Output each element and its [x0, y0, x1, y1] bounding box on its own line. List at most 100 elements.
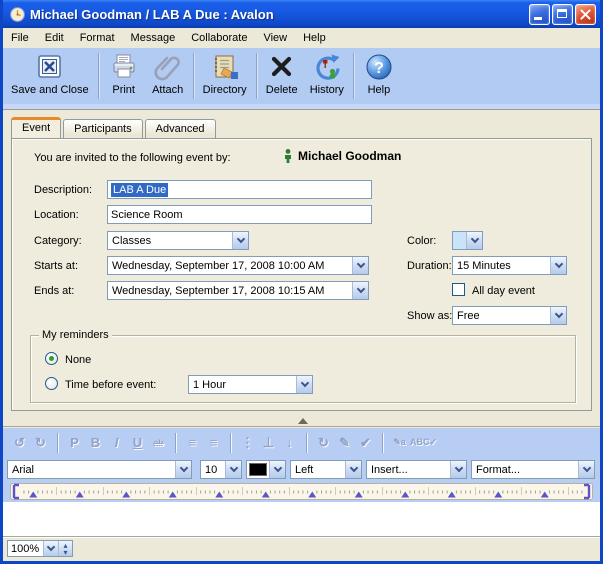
starts-at-select[interactable]: Wednesday, September 17, 2008 10:00 AM: [107, 256, 369, 275]
tab-advanced[interactable]: Advanced: [145, 119, 216, 138]
chevron-down-icon: [179, 464, 187, 472]
format-select[interactable]: Format...: [471, 460, 595, 479]
location-label: Location:: [34, 209, 79, 221]
splitter-arrow-icon: [298, 418, 308, 424]
status-bar: 100% ▴▾: [3, 537, 600, 558]
chevron-down-icon: [273, 464, 281, 472]
invited-by-label: You are invited to the following event b…: [34, 152, 231, 164]
duration-select[interactable]: 15 Minutes: [452, 256, 567, 275]
inviter-name: Michael Goodman: [298, 149, 401, 163]
formatting-toolbar: ↺ ↻ P B I U ab ≡ ≡ ⋮ ⊥ ↓ ↻ ✎ ✔ ✎a ABC✓: [3, 428, 600, 457]
dropdown-button[interactable]: [450, 461, 466, 478]
zoom-value: 100%: [8, 541, 43, 556]
description-label: Description:: [34, 184, 92, 196]
menu-edit[interactable]: Edit: [37, 30, 72, 46]
chevron-down-icon: [356, 260, 364, 268]
delete-x-icon: [266, 51, 298, 83]
maximize-button[interactable]: [552, 4, 573, 25]
all-day-checkbox[interactable]: [452, 283, 465, 296]
dropdown-button[interactable]: [550, 307, 566, 324]
directory-button[interactable]: Directory: [197, 50, 253, 102]
help-button[interactable]: ? Help: [357, 50, 401, 102]
font-family-select[interactable]: Arial: [7, 460, 192, 479]
chevron-down-icon: [582, 464, 590, 472]
delete-button[interactable]: Delete: [260, 50, 304, 102]
minimize-button[interactable]: [529, 4, 550, 25]
close-button[interactable]: [575, 4, 596, 25]
zoom-control[interactable]: 100% ▴▾: [7, 540, 73, 557]
dropdown-button[interactable]: [352, 282, 368, 299]
menu-message[interactable]: Message: [123, 30, 184, 46]
attach-button[interactable]: Attach: [146, 50, 190, 102]
menu-file[interactable]: File: [3, 30, 37, 46]
dropdown-button[interactable]: [296, 376, 312, 393]
ends-at-label: Ends at:: [34, 285, 74, 297]
font-toolbar: Arial 10 Left Insert... Format...: [3, 457, 600, 482]
toolbar-button-label: Help: [368, 84, 391, 96]
category-select[interactable]: Classes: [107, 231, 249, 250]
chevron-down-icon: [356, 285, 364, 293]
dropdown-button[interactable]: [345, 461, 361, 478]
dropdown-button[interactable]: [352, 257, 368, 274]
list-top-icon: ⋮: [237, 435, 258, 451]
tab-event[interactable]: Event: [11, 117, 61, 138]
redo-icon: ↻: [30, 435, 51, 451]
dropdown-button[interactable]: [578, 461, 594, 478]
location-input[interactable]: Science Room: [107, 205, 372, 224]
chevron-down-icon: [236, 235, 244, 243]
zoom-dropdown-button[interactable]: [43, 541, 58, 556]
toolbar-button-label: Print: [112, 84, 135, 96]
menu-view[interactable]: View: [255, 30, 295, 46]
pane-splitter[interactable]: [3, 415, 600, 427]
show-as-select[interactable]: Free: [452, 306, 567, 325]
bold-icon: B: [85, 435, 106, 450]
address-book-icon: [209, 51, 241, 83]
toolbar-separator: [175, 433, 176, 453]
description-input[interactable]: LAB A Due: [107, 180, 372, 199]
my-reminders-legend: My reminders: [39, 329, 112, 341]
ends-at-select[interactable]: Wednesday, September 17, 2008 10:15 AM: [107, 281, 369, 300]
dropdown-button[interactable]: [269, 461, 285, 478]
format-value: Format...: [472, 461, 578, 478]
reminder-time-value: 1 Hour: [189, 376, 296, 393]
message-body-editor[interactable]: [3, 502, 600, 537]
alignment-select[interactable]: Left: [290, 460, 362, 479]
font-size-value: 10: [201, 461, 225, 478]
ruler[interactable]: [10, 483, 593, 501]
dropdown-button[interactable]: [466, 232, 482, 249]
my-reminders-group: My reminders None Time before event: 1 H…: [30, 335, 576, 403]
event-tab-panel: You are invited to the following event b…: [11, 138, 592, 411]
tab-participants[interactable]: Participants: [63, 119, 142, 138]
reminder-time-select[interactable]: 1 Hour: [188, 375, 313, 394]
save-and-close-button[interactable]: Save and Close: [5, 50, 95, 102]
person-icon: [284, 149, 292, 163]
dropdown-button[interactable]: [550, 257, 566, 274]
dropdown-button[interactable]: [175, 461, 191, 478]
font-color-swatch: [249, 463, 267, 476]
edit-pen-icon: ✎: [334, 435, 355, 451]
menu-bar: File Edit Format Message Collaborate Vie…: [3, 28, 600, 48]
ruler-row: [3, 482, 600, 502]
show-as-value: Free: [453, 307, 550, 324]
dropdown-button[interactable]: [232, 232, 248, 249]
zoom-spinner[interactable]: ▴▾: [58, 541, 72, 556]
menu-collaborate[interactable]: Collaborate: [183, 30, 255, 46]
history-button[interactable]: History: [304, 50, 350, 102]
duration-label: Duration:: [407, 260, 452, 272]
menu-format[interactable]: Format: [72, 30, 123, 46]
toolbar-separator: [353, 53, 354, 99]
alignment-value: Left: [291, 461, 345, 478]
starts-at-label: Starts at:: [34, 260, 78, 272]
color-label: Color:: [407, 235, 436, 247]
outdent-icon: ≡: [203, 435, 224, 450]
font-color-select[interactable]: [246, 460, 286, 479]
font-size-select[interactable]: 10: [200, 460, 242, 479]
print-button[interactable]: Print: [102, 50, 146, 102]
reminder-none-radio[interactable]: [45, 352, 58, 365]
insert-select[interactable]: Insert...: [366, 460, 467, 479]
color-select[interactable]: [452, 231, 483, 250]
list-bottom-icon: ⊥: [258, 435, 279, 451]
reminder-time-radio[interactable]: [45, 377, 58, 390]
menu-help[interactable]: Help: [295, 30, 334, 46]
dropdown-button[interactable]: [225, 461, 241, 478]
